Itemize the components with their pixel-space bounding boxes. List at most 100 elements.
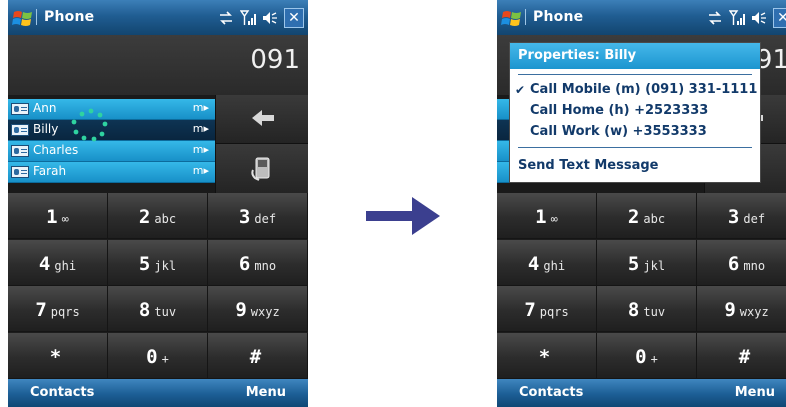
keypad-key[interactable]: # [208,332,308,379]
keypad-key[interactable]: 0 + [108,332,208,379]
softkey-contacts[interactable]: Contacts [519,385,583,400]
keypad-key[interactable]: 4 ghi [8,239,108,286]
key-label: * [497,346,596,368]
connectivity-icon[interactable] [707,11,723,25]
checkmark-icon: ✔ [515,83,526,97]
number-display: 091 [8,35,308,95]
key-digit: 6 [727,252,740,275]
app-title: Phone [533,9,584,25]
call-contact-button[interactable] [215,143,308,193]
key-label: 6 mno [697,253,786,275]
key-digit: 0 [146,345,158,368]
key-digit: 7 [35,299,47,321]
contact-row[interactable]: Charles m▸ [8,141,215,162]
signal-strength-icon[interactable] [240,10,256,26]
volume-icon[interactable] [751,10,767,26]
keypad-key[interactable]: 3 def [697,193,786,239]
keypad-key[interactable]: * [8,332,108,379]
contact-row-selected[interactable]: Billy m▸ [8,120,215,141]
dialed-number: 091 [250,45,300,75]
key-label: 2 abc [108,206,207,228]
contact-card-icon [11,145,29,157]
key-digit: 9 [235,299,247,321]
keypad-key[interactable]: 2 abc [597,193,697,239]
key-digit: 2 [627,206,640,228]
keypad-key[interactable]: 3 def [208,193,308,239]
key-digit: 9 [724,299,736,321]
key-letters: def [254,212,277,226]
key-label: # [208,346,307,368]
keypad-key[interactable]: 2 abc [108,193,208,239]
key-letters: wxyz [250,305,280,319]
softkey-menu[interactable]: Menu [246,385,286,400]
menu-item-call-mobile[interactable]: Call Mobile (m) (091) 331-1111 [530,82,757,97]
key-letters: tuv [643,305,666,319]
backspace-button[interactable] [215,95,308,143]
keypad-key[interactable]: 0 + [597,332,697,379]
start-windows-icon[interactable] [12,8,34,28]
phone-screen-after: Phone ✕ 091 1 ∞ 2 abc 3 def 4 ghi 5 jkl … [497,0,786,407]
softkey-menu[interactable]: Menu [735,385,775,400]
connectivity-icon[interactable] [218,11,234,25]
keypad-key[interactable]: 5 jkl [108,239,208,286]
keypad-key[interactable]: 6 mno [697,239,786,286]
start-windows-icon[interactable] [501,8,523,28]
contact-card-icon [11,124,29,136]
keypad-key[interactable]: 1 ∞ [8,193,108,239]
menu-item-call-work[interactable]: Call Work (w) +3553333 [530,124,707,139]
close-icon[interactable]: ✕ [773,8,786,28]
key-label: 9 wxyz [697,299,786,321]
keypad-key[interactable]: # [697,332,786,379]
status-icons: ✕ [707,8,786,28]
key-letters: jkl [154,258,177,273]
keypad-key[interactable]: 7 pqrs [497,286,597,332]
key-digit: 2 [138,206,151,228]
key-letters: ∞ [550,212,558,226]
keypad-key[interactable]: 8 tuv [597,286,697,332]
volume-icon[interactable] [262,10,278,26]
keypad-key[interactable]: 7 pqrs [8,286,108,332]
title-bar: Phone ✕ [8,0,308,35]
menu-header-properties[interactable]: Properties: Billy [510,43,760,69]
key-letters: def [743,212,766,226]
close-icon[interactable]: ✕ [284,8,304,28]
key-digit: 7 [524,299,536,321]
dial-keypad: 1 ∞ 2 abc 3 def 4 ghi 5 jkl 6 mno 7 pqrs 8 tuv 9 wxyz * 0 + # [8,193,308,379]
title-bar: Phone ✕ [497,0,786,35]
keypad-key[interactable]: 4 ghi [497,239,597,286]
contact-row[interactable]: Ann m▸ [8,99,215,120]
keypad-key[interactable]: 5 jkl [597,239,697,286]
phone-screen-before: Phone ✕ 091 Ann m▸ Billy m▸ Charles m▸ F… [8,0,308,407]
contact-row[interactable]: Farah m▸ [8,162,215,183]
signal-strength-icon[interactable] [729,10,745,26]
key-digit: * [49,345,62,368]
key-label: 2 abc [597,206,696,228]
key-digit: 0 [635,345,647,368]
menu-item-send-text[interactable]: Send Text Message [518,158,658,173]
menu-item-call-home[interactable]: Call Home (h) +2523333 [530,103,708,118]
transition-arrow-icon [366,197,440,235]
key-letters: pqrs [539,305,569,319]
key-digit: 5 [627,252,640,275]
key-digit: * [538,345,551,368]
keypad-key[interactable]: * [497,332,597,379]
menu-divider [518,74,752,75]
key-label: 7 pqrs [8,299,107,321]
keypad-key[interactable]: 9 wxyz [697,286,786,332]
key-label: 1 ∞ [497,206,596,228]
keypad-key[interactable]: 8 tuv [108,286,208,332]
softkey-contacts[interactable]: Contacts [30,385,94,400]
softkey-bar: Contacts Menu [8,379,308,407]
backspace-arrow-icon [252,110,274,126]
keypad-key[interactable]: 6 mno [208,239,308,286]
key-letters: tuv [154,305,177,319]
keypad-key[interactable]: 9 wxyz [208,286,308,332]
key-letters: abc [154,212,177,226]
key-letters: + [650,351,658,366]
title-separator [525,9,526,25]
key-letters: jkl [643,258,666,273]
contact-context-menu: Properties: Billy ✔ Call Mobile (m) (091… [509,42,761,183]
contact-name: Farah [33,164,67,178]
keypad-key[interactable]: 1 ∞ [497,193,597,239]
contact-card-icon [11,166,29,178]
